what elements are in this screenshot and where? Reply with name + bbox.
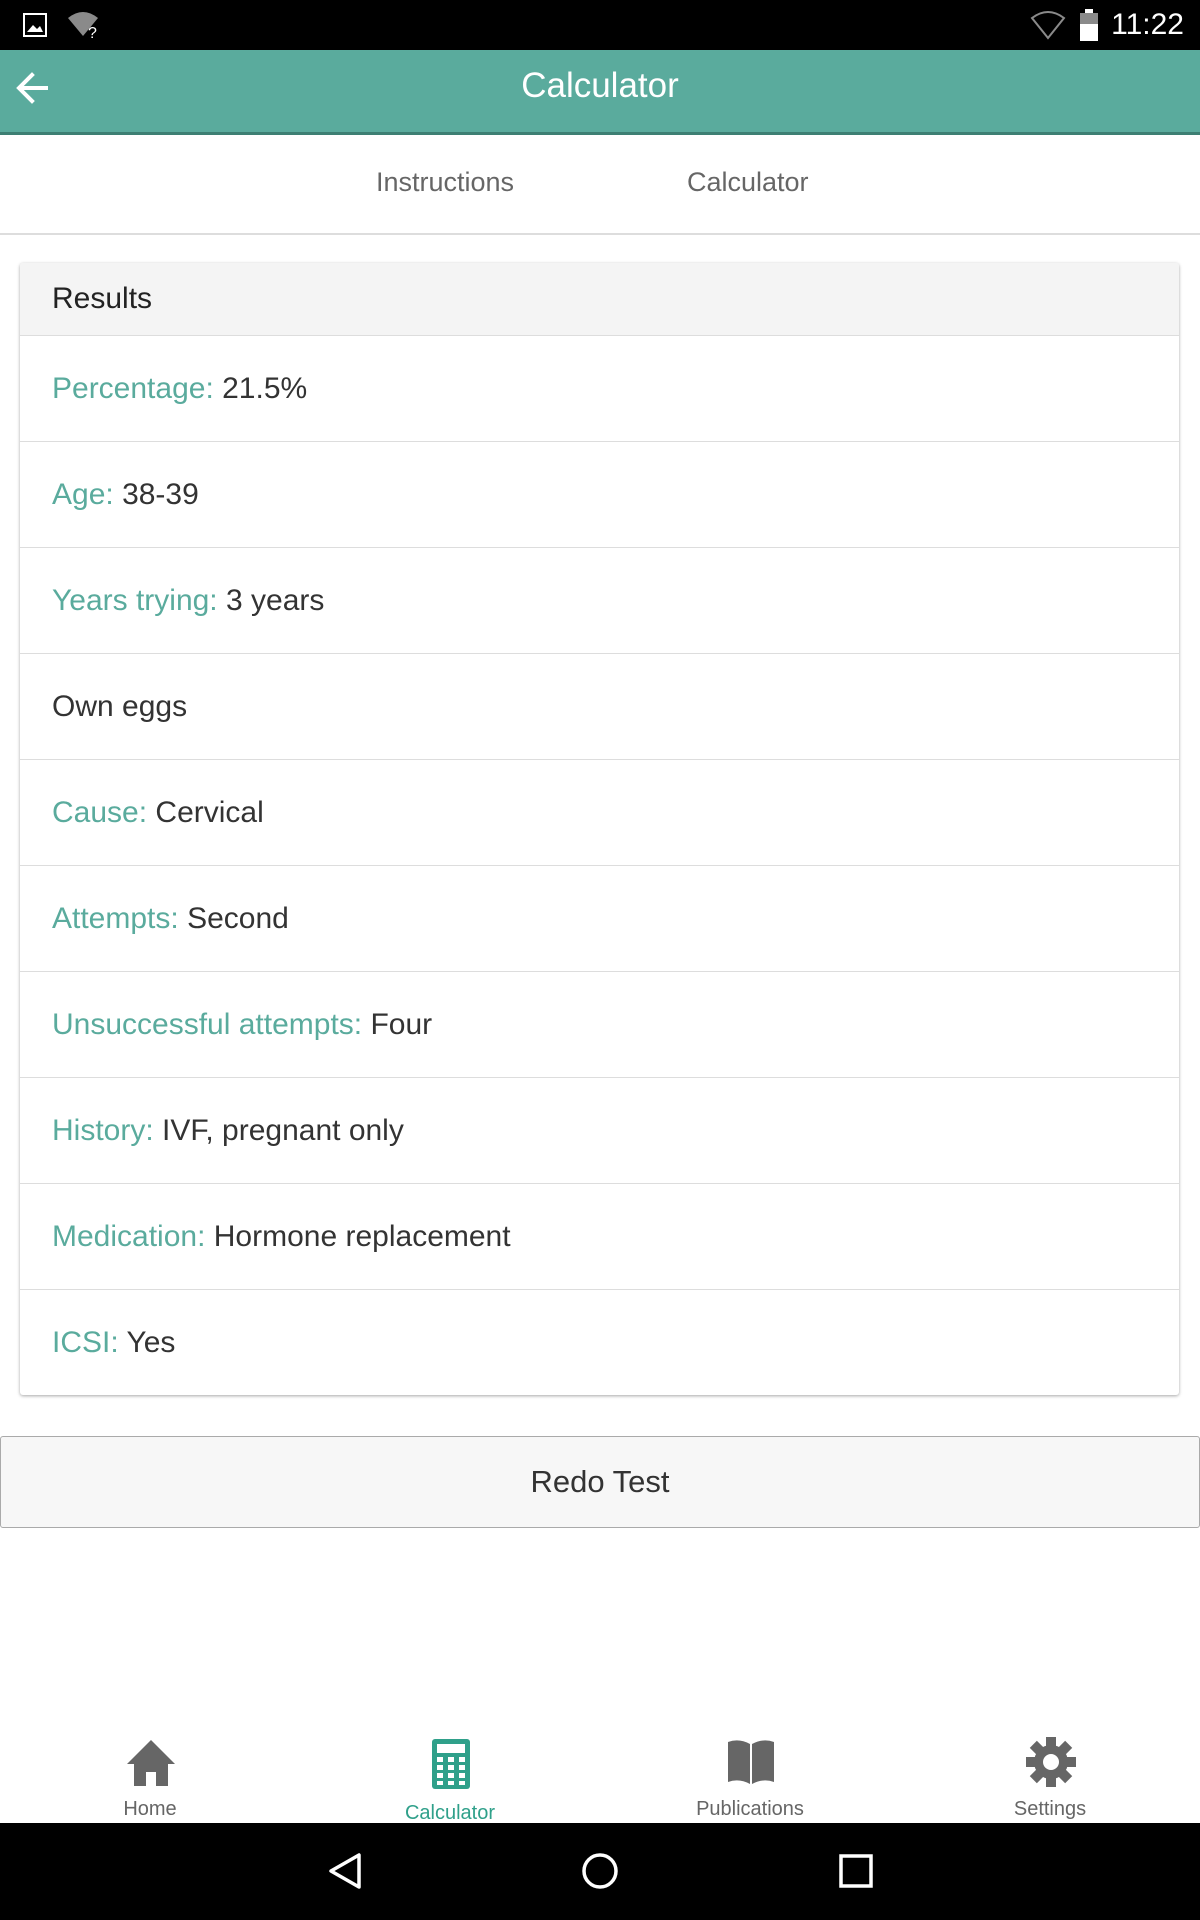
row-label: Medication: <box>52 1220 206 1253</box>
results-header: Results <box>20 263 1179 336</box>
results-card: Results Percentage: 21.5% Age: 38-39 Yea… <box>20 263 1179 1395</box>
calculator-icon <box>432 1739 470 1789</box>
tab-instructions[interactable]: Instructions <box>376 167 514 198</box>
back-triangle-icon[interactable] <box>325 1851 365 1891</box>
row-label: Years trying: <box>52 584 218 617</box>
nav-label-home: Home <box>123 1798 177 1820</box>
nav-label-calculator: Calculator <box>404 1802 496 1824</box>
page-title: Calculator <box>521 66 679 105</box>
row-value: 21.5% <box>222 372 308 405</box>
row-value: 38-39 <box>122 478 199 511</box>
result-row-attempts: Attempts: Second <box>20 866 1179 972</box>
redo-test-button[interactable]: Redo Test <box>0 1436 1200 1528</box>
bottom-nav: Home Calculator Publications Settings <box>0 1728 1200 1824</box>
result-row-age: Age: 38-39 <box>20 442 1179 548</box>
result-row-history: History: IVF, pregnant only <box>20 1078 1179 1184</box>
row-value: Hormone replacement <box>213 1220 511 1253</box>
home-icon <box>127 1740 175 1786</box>
gear-icon <box>1026 1737 1076 1787</box>
result-row-egg-source: Own eggs <box>20 654 1179 760</box>
tab-bar: Instructions Calculator <box>0 135 1200 235</box>
nav-label-settings: Settings <box>1013 1798 1087 1820</box>
system-navigation-bar <box>0 1823 1200 1920</box>
row-value: Yes <box>126 1326 176 1359</box>
nav-item-home[interactable]: Home <box>0 1728 300 1823</box>
row-label: Cause: <box>52 796 148 829</box>
row-label: Age: <box>52 478 114 511</box>
status-time: 11:22 <box>1111 8 1184 41</box>
tab-calculator[interactable]: Calculator <box>687 167 809 198</box>
result-row-cause: Cause: Cervical <box>20 760 1179 866</box>
nav-label-publications: Publications <box>696 1798 804 1820</box>
result-row-icsi: ICSI: Yes <box>20 1290 1179 1395</box>
wifi-signal-icon <box>1030 11 1066 40</box>
book-icon <box>728 1740 774 1784</box>
row-label: Unsuccessful attempts: <box>52 1008 363 1041</box>
row-value: Own eggs <box>52 690 188 723</box>
image-notification-icon <box>23 13 47 37</box>
result-row-medication: Medication: Hormone replacement <box>20 1184 1179 1290</box>
row-value: 3 years <box>226 584 325 617</box>
status-bar: ? 11:22 <box>0 0 1200 50</box>
svg-text:?: ? <box>88 25 97 40</box>
nav-item-publications[interactable]: Publications <box>600 1728 900 1823</box>
home-circle-icon[interactable] <box>580 1851 620 1891</box>
result-row-unsuccessful-attempts: Unsuccessful attempts: Four <box>20 972 1179 1078</box>
row-value: Second <box>187 902 289 935</box>
battery-icon <box>1080 9 1098 41</box>
row-label: History: <box>52 1114 154 1147</box>
row-label: ICSI: <box>52 1326 119 1359</box>
nav-item-calculator[interactable]: Calculator <box>300 1728 600 1824</box>
result-row-percentage: Percentage: 21.5% <box>20 336 1179 442</box>
row-value: Four <box>370 1008 433 1041</box>
wifi-unknown-icon: ? <box>68 12 98 40</box>
row-value: IVF, pregnant only <box>162 1114 404 1147</box>
result-row-years-trying: Years trying: 3 years <box>20 548 1179 654</box>
app-bar: Calculator <box>0 50 1200 135</box>
nav-item-settings[interactable]: Settings <box>900 1728 1200 1823</box>
row-label: Attempts: <box>52 902 179 935</box>
row-label: Percentage: <box>52 372 214 405</box>
recents-square-icon[interactable] <box>836 1851 876 1891</box>
row-value: Cervical <box>155 796 264 829</box>
